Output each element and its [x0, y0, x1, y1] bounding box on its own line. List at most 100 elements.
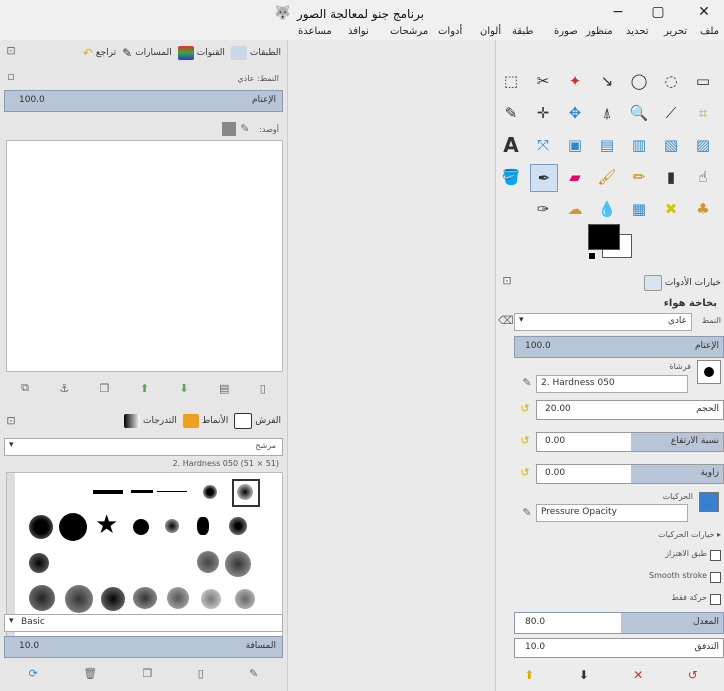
delete-brush-icon[interactable]: 🗑	[83, 667, 97, 680]
brush-item[interactable]	[29, 553, 49, 573]
lower-layer-icon[interactable]: ⬇	[179, 382, 188, 395]
smudge-tool-icon[interactable]: ☁	[564, 198, 586, 220]
menu-select[interactable]: تحديد	[626, 26, 649, 37]
menu-help[interactable]: مساعدة	[298, 26, 332, 37]
flip-tool-icon[interactable]: ▨	[692, 134, 714, 156]
brush-item[interactable]	[65, 585, 93, 613]
brush-item[interactable]	[59, 513, 87, 541]
tab-gradients[interactable]: التدرجات	[124, 414, 177, 428]
collapse-icon[interactable]: ▫	[4, 70, 18, 84]
apply-jitter-checkbox[interactable]	[710, 550, 721, 561]
new-layer-icon[interactable]: ⧉	[21, 381, 29, 395]
smooth-stroke-checkbox[interactable]	[710, 572, 721, 583]
menu-file[interactable]: ملف	[700, 26, 719, 37]
tab-channels[interactable]: القنوات	[177, 46, 225, 60]
duplicate-brush-icon[interactable]: ❐	[143, 667, 153, 680]
rect-select-tool-icon[interactable]: ⬚	[500, 70, 522, 92]
measure-tool-icon[interactable]: ⟋	[660, 102, 682, 124]
restore-options-icon[interactable]: ⬇	[579, 668, 589, 682]
brush-select[interactable]: 2. Hardness 050	[536, 375, 688, 393]
zoom-tool-icon[interactable]: 🔍	[628, 102, 650, 124]
brush-item[interactable]	[29, 585, 55, 611]
foreground-color-swatch[interactable]	[588, 224, 620, 250]
tab-tool-options[interactable]: خيارات الأدوات	[643, 275, 721, 291]
fuzzy-select-tool-icon[interactable]: ✦	[564, 70, 586, 92]
dynamics-select[interactable]: Pressure Opacity	[536, 504, 688, 522]
brush-item[interactable]	[229, 517, 247, 535]
paintbrush-tool-icon[interactable]: 🖌	[596, 166, 618, 188]
perspective-tool-icon[interactable]: ▧	[660, 134, 682, 156]
anchor-layer-icon[interactable]: ⚓	[59, 382, 69, 395]
tab-paths[interactable]: ✎ المسارات	[122, 46, 172, 60]
eraser-tool-icon[interactable]: ▰	[564, 166, 586, 188]
size-reset-icon[interactable]: ↺	[518, 402, 532, 416]
duplicate-layer-icon[interactable]: ❐	[100, 382, 110, 395]
new-brush-icon[interactable]: ▯	[198, 667, 204, 680]
warp-tool-icon[interactable]: ♣	[692, 198, 714, 220]
brush-item[interactable]	[165, 519, 179, 533]
brush-item[interactable]	[203, 485, 217, 499]
close-button[interactable]: ✕	[686, 0, 722, 24]
mode-reset-icon[interactable]: ⌫	[498, 314, 514, 328]
brush-item[interactable]	[167, 587, 189, 609]
lock-alpha-icon[interactable]	[222, 122, 236, 136]
menu-tools[interactable]: أدوات	[438, 26, 462, 37]
tab-brushes[interactable]: الفرش	[234, 413, 281, 429]
dodge-tool-icon[interactable]: ▦	[628, 198, 650, 220]
save-options-icon[interactable]: ⬆	[524, 668, 534, 682]
menu-windows[interactable]: نوافذ	[348, 26, 369, 37]
lasso-tool-icon[interactable]: ◌	[660, 70, 682, 92]
brush-item[interactable]	[225, 551, 251, 577]
lock-pixels-icon[interactable]: ✎	[238, 122, 252, 136]
brush-item[interactable]	[133, 519, 149, 535]
opacity-slider[interactable]: 100.0 الإعتام	[514, 336, 724, 358]
brush-item[interactable]	[157, 491, 187, 492]
menu-image[interactable]: صورة	[554, 26, 578, 37]
reset-options-icon[interactable]: ↺	[688, 668, 698, 682]
brush-filter-input[interactable]: ▾ مرشح	[4, 438, 283, 456]
menu-layer[interactable]: طبقة	[512, 26, 533, 37]
foreground-select-tool-icon[interactable]: ↘	[596, 70, 618, 92]
dynamics-options-expander[interactable]: ▸ خيارات الحركيات	[658, 530, 721, 539]
scissors-tool-icon[interactable]: ✂	[532, 70, 554, 92]
crop-tool-icon[interactable]: ⌗	[692, 102, 714, 124]
edit-dynamics-icon[interactable]: ✎	[520, 506, 534, 520]
menu-edit[interactable]: تحرير	[664, 26, 687, 37]
align-tool-icon[interactable]: ⍋	[596, 102, 618, 124]
brush-item[interactable]	[131, 490, 153, 493]
brush-item[interactable]	[93, 490, 123, 494]
maximize-button[interactable]: ▢	[640, 0, 676, 24]
brush-item[interactable]	[197, 517, 209, 535]
motion-only-checkbox[interactable]	[710, 594, 721, 605]
brush-item[interactable]	[29, 515, 53, 539]
tab-patterns[interactable]: الأنماط	[182, 414, 228, 428]
move-tool-icon[interactable]: ✥	[564, 102, 586, 124]
delete-layer-icon[interactable]: ▯	[260, 382, 266, 395]
menu-filters[interactable]: مرشحات	[390, 26, 428, 37]
cage-tool-icon[interactable]: ✖	[660, 198, 682, 220]
mode-select[interactable]: ▾ عادي	[514, 313, 692, 331]
edit-brush-icon[interactable]: ✎	[520, 376, 534, 390]
blur-tool-icon[interactable]: 💧	[596, 198, 618, 220]
menu-colors[interactable]: ألوان	[480, 26, 501, 37]
minimize-button[interactable]: −	[600, 0, 636, 24]
text-tool-icon[interactable]: A	[500, 133, 522, 157]
brush-item[interactable]	[101, 587, 125, 611]
heal-tool-icon[interactable]: ☝	[692, 166, 714, 188]
reset-colors-icon[interactable]	[588, 252, 596, 260]
paths-tool-icon[interactable]: ▭	[692, 70, 714, 92]
brush-item[interactable]	[201, 589, 221, 609]
dynamics-icon[interactable]	[699, 492, 719, 512]
brush-item[interactable]	[237, 484, 253, 500]
aspect-ratio-field[interactable]: 0.00 نسبة الارتفاع	[536, 432, 724, 452]
ellipse-select-tool-icon[interactable]: ◯	[628, 70, 650, 92]
airbrush-tool-icon[interactable]: ✒	[530, 164, 558, 192]
flow-field[interactable]: 10.0 التدفق	[514, 638, 724, 658]
layers-list[interactable]	[6, 140, 283, 372]
tab-undo[interactable]: ↶ تراجع	[83, 46, 116, 60]
edit-brush-icon[interactable]: ✎	[249, 667, 258, 680]
rate-slider[interactable]: 80.0 المعدل	[514, 612, 724, 634]
brush-item[interactable]	[235, 589, 255, 609]
tool-options-menu-icon[interactable]: ⊡	[500, 274, 514, 288]
raise-layer-icon[interactable]: ⬆	[140, 382, 149, 395]
